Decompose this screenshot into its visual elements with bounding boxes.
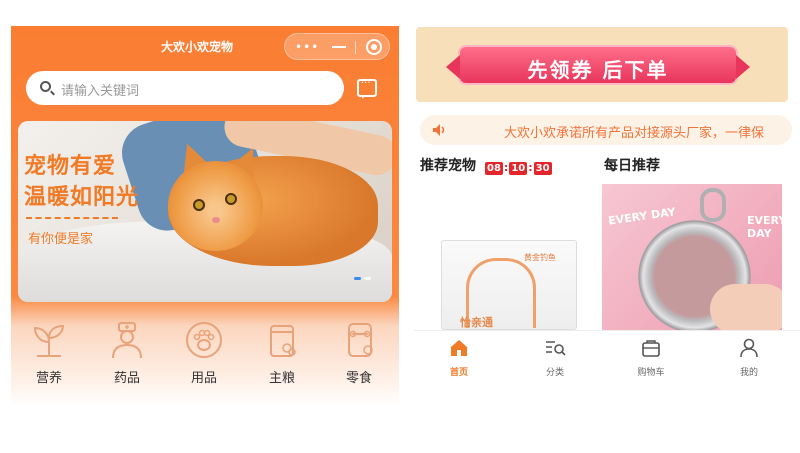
daily-recommend-title: 每日推荐 <box>604 158 660 174</box>
coupon-text: 先领券 后下单 <box>527 58 669 82</box>
category-label: 用品 <box>190 371 217 386</box>
message-icon[interactable] <box>357 78 377 99</box>
timer-colon: : <box>503 161 509 174</box>
sprout-icon <box>29 320 69 360</box>
daily-recommend-product[interactable]: EVERY DAY EVERY DAY <box>602 184 782 330</box>
tab-category[interactable]: 分类 <box>520 337 590 378</box>
banner-cat-head <box>168 161 263 251</box>
timer-hours: 08 <box>485 162 503 175</box>
user-icon <box>738 337 760 359</box>
speaker-icon <box>433 124 445 136</box>
category-item-supplies[interactable]: 用品 <box>174 320 234 386</box>
indicator-dot[interactable] <box>364 277 371 280</box>
banner-divider <box>26 217 118 219</box>
more-icon[interactable]: ••• <box>295 40 319 54</box>
search-input[interactable]: 请输入关键词 <box>26 71 344 105</box>
tab-mine[interactable]: 我的 <box>714 337 784 378</box>
banner-slogan-line1: 宠物有爱 <box>24 154 117 179</box>
category-label: 零食 <box>345 371 372 386</box>
home-screen-right: 先领券 后下单 大欢小欢承诺所有产品对接源头厂家，一律保 推荐宠物 08:10:… <box>414 26 800 386</box>
tab-label: 我的 <box>739 368 758 378</box>
category-item-nutrition[interactable]: 营养 <box>19 320 79 386</box>
banner-slogan-line2: 温暖如阳光 <box>24 185 140 210</box>
navigation-bar: 大欢小欢宠物 ••• <box>11 26 399 66</box>
timer-colon: : <box>528 161 533 174</box>
recommend-pet-product[interactable]: 黄金钓鱼 怡亲通 <box>436 236 577 331</box>
doctor-icon <box>107 320 147 360</box>
tab-label: 首页 <box>449 368 468 378</box>
food-bag-icon <box>262 320 302 360</box>
paw-icon <box>184 320 224 360</box>
bone-snack-icon <box>339 320 379 360</box>
search-icon <box>40 81 51 92</box>
banner-cat-eye <box>225 193 237 205</box>
category-label: 主粮 <box>268 371 295 386</box>
recommend-pets-title: 推荐宠物 <box>420 158 476 174</box>
mini-program-capsule: ••• <box>284 33 390 60</box>
app-title: 大欢小欢宠物 <box>161 40 234 54</box>
countdown-timer: 08:10:30 <box>485 156 552 175</box>
product-label: EVERY DAY <box>747 214 782 240</box>
home-icon <box>448 337 470 359</box>
close-target-icon[interactable] <box>366 39 382 55</box>
cart-icon <box>640 337 662 359</box>
category-grid: 营养 药品 用品 主粮 零食 <box>11 320 399 400</box>
tab-cart[interactable]: 购物车 <box>616 337 686 378</box>
notice-text: 大欢小欢承诺所有产品对接源头厂家，一律保 <box>504 126 765 141</box>
hero-banner[interactable]: 宠物有爱 温暖如阳光 有你便是家 <box>18 121 392 302</box>
minimize-icon[interactable] <box>332 46 346 48</box>
category-label: 营养 <box>35 371 62 386</box>
category-item-staple-food[interactable]: 主粮 <box>252 320 312 386</box>
can-pull-tab <box>700 188 726 222</box>
category-label: 药品 <box>113 371 140 386</box>
category-item-snacks[interactable]: 零食 <box>329 320 389 386</box>
timer-seconds: 30 <box>533 162 552 175</box>
banner-cat-eye <box>193 199 205 211</box>
search-placeholder: 请输入关键词 <box>61 84 140 99</box>
banner-cat-nose <box>212 217 220 223</box>
product-hand <box>710 284 782 330</box>
home-screen-left: 大欢小欢宠物 ••• 请输入关键词 宠物有爱 温暖如阳光 有你便是家 <box>11 26 399 406</box>
product-brand: 黄金钓鱼 <box>524 253 556 262</box>
bottom-tab-bar: 首页 分类 购物车 我的 <box>414 330 800 386</box>
banner-indicator[interactable] <box>354 265 374 284</box>
indicator-dot-active[interactable] <box>354 277 361 280</box>
tab-label: 购物车 <box>637 368 665 378</box>
category-item-medicine[interactable]: 药品 <box>97 320 157 386</box>
timer-minutes: 10 <box>509 162 528 175</box>
product-name: 怡亲通 <box>460 316 493 329</box>
notice-bar[interactable]: 大欢小欢承诺所有产品对接源头厂家，一律保 <box>420 115 792 145</box>
tab-home[interactable]: 首页 <box>424 337 494 378</box>
coupon-banner[interactable]: 先领券 后下单 <box>416 27 788 102</box>
category-search-icon <box>544 337 566 359</box>
tab-label: 分类 <box>545 368 564 378</box>
capsule-divider <box>355 41 356 54</box>
coupon-ribbon: 先领券 后下单 <box>446 45 750 85</box>
banner-slogan-line3: 有你便是家 <box>28 232 94 247</box>
